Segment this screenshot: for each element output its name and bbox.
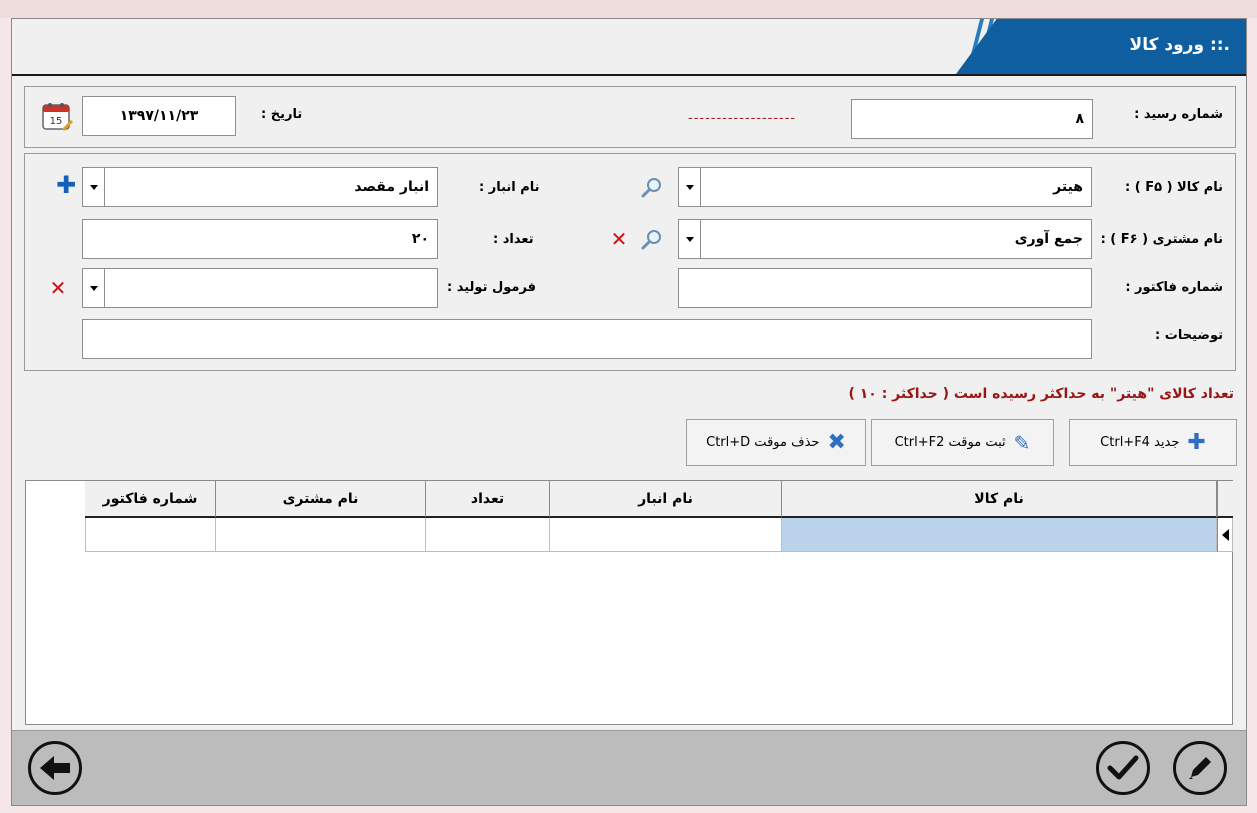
invoice-number-field[interactable]	[678, 268, 1092, 308]
column-header-invoice[interactable]: شماره فاکتور	[85, 481, 216, 518]
receipt-panel: شماره رسید : ۸ ------------------- تاریخ…	[24, 86, 1236, 148]
max-quantity-warning: تعداد کالای "هیتر" به حداکثر رسیده است (…	[848, 386, 1234, 402]
column-header-warehouse[interactable]: نام انبار	[550, 481, 782, 518]
cell-warehouse[interactable]	[550, 518, 782, 552]
date-label: تاریخ :	[261, 107, 303, 122]
row-indicator[interactable]	[1217, 518, 1233, 552]
notes-label: توضیحات :	[1155, 328, 1223, 343]
calendar-icon[interactable]: 15	[40, 99, 74, 133]
cell-quantity[interactable]	[426, 518, 550, 552]
pencil-icon	[1189, 757, 1211, 779]
production-formula-label: فرمول تولید :	[447, 280, 537, 295]
warehouse-name-label: نام انبار :	[479, 180, 540, 195]
formula-dropdown-button[interactable]	[82, 268, 105, 308]
product-search-icon[interactable]	[639, 174, 665, 200]
calendar-day: 15	[50, 116, 63, 127]
column-header-quantity[interactable]: تعداد	[426, 481, 550, 518]
customer-name-label: نام مشتری ( F۶ ) :	[1100, 232, 1223, 247]
receipt-number-field[interactable]: ۸	[851, 99, 1093, 139]
production-formula-field[interactable]	[104, 268, 438, 308]
new-button[interactable]: ✚ جدید Ctrl+F4	[1069, 419, 1237, 466]
receipt-number-label: شماره رسید :	[1134, 107, 1223, 122]
invoice-number-label: شماره فاکتور :	[1125, 280, 1223, 295]
column-header-customer[interactable]: نام مشتری	[216, 481, 426, 518]
clear-customer-icon[interactable]: ✕	[608, 228, 630, 250]
delete-x-icon: ✖	[827, 430, 846, 455]
title-bar: .:: ورود کالا	[12, 19, 1246, 76]
date-field[interactable]: ۱۳۹۷/۱۱/۲۳	[82, 96, 236, 136]
cell-customer[interactable]	[216, 518, 426, 552]
items-table: نام کالا نام انبار تعداد نام مشتری شماره…	[25, 480, 1233, 725]
product-name-label: نام کالا ( F۵ ) :	[1125, 180, 1223, 195]
bottom-action-bar	[12, 730, 1246, 805]
temp-delete-label: حذف موقت Ctrl+D	[706, 435, 820, 450]
quantity-field[interactable]: ۲۰	[82, 219, 438, 259]
customer-dropdown-button[interactable]	[678, 219, 701, 259]
column-header-product[interactable]: نام کالا	[782, 481, 1217, 518]
window-title: .:: ورود کالا	[1129, 35, 1230, 55]
temp-delete-button[interactable]: ✖ حذف موقت Ctrl+D	[686, 419, 866, 466]
receipt-dashes: -------------------	[688, 111, 797, 126]
cell-invoice[interactable]	[85, 518, 216, 552]
edit-button[interactable]	[1173, 741, 1227, 795]
temp-save-label: ثبت موقت Ctrl+F2	[894, 435, 1006, 450]
confirm-button[interactable]	[1096, 741, 1150, 795]
notes-field[interactable]	[82, 319, 1092, 359]
clear-formula-icon[interactable]: ✕	[47, 277, 69, 299]
customer-name-field[interactable]: جمع آوری	[700, 219, 1092, 259]
arrow-left-icon	[40, 756, 70, 780]
warehouse-dropdown-button[interactable]	[82, 167, 105, 207]
table-header-right-gutter	[1217, 481, 1233, 518]
customer-search-icon[interactable]	[639, 226, 665, 252]
plus-icon: ✚	[1187, 430, 1206, 455]
product-dropdown-button[interactable]	[678, 167, 701, 207]
pencil-icon: ✎	[1013, 430, 1031, 455]
add-warehouse-icon[interactable]: ✚	[55, 173, 77, 197]
back-button[interactable]	[28, 741, 82, 795]
warehouse-name-field[interactable]: انبار مقصد	[104, 167, 438, 207]
product-entry-window: .:: ورود کالا شماره رسید : ۸ -----------…	[11, 18, 1247, 806]
checkmark-icon	[1107, 755, 1139, 780]
product-name-field[interactable]: هیتر	[700, 167, 1092, 207]
form-panel: نام کالا ( F۵ ) : هیتر نام انبار : انبار…	[24, 153, 1236, 371]
cell-product[interactable]	[782, 518, 1217, 552]
temp-save-button[interactable]: ✎ ثبت موقت Ctrl+F2	[871, 419, 1054, 466]
quantity-label: تعداد :	[493, 232, 534, 247]
background-strip	[0, 0, 1257, 18]
new-button-label: جدید Ctrl+F4	[1100, 435, 1180, 450]
